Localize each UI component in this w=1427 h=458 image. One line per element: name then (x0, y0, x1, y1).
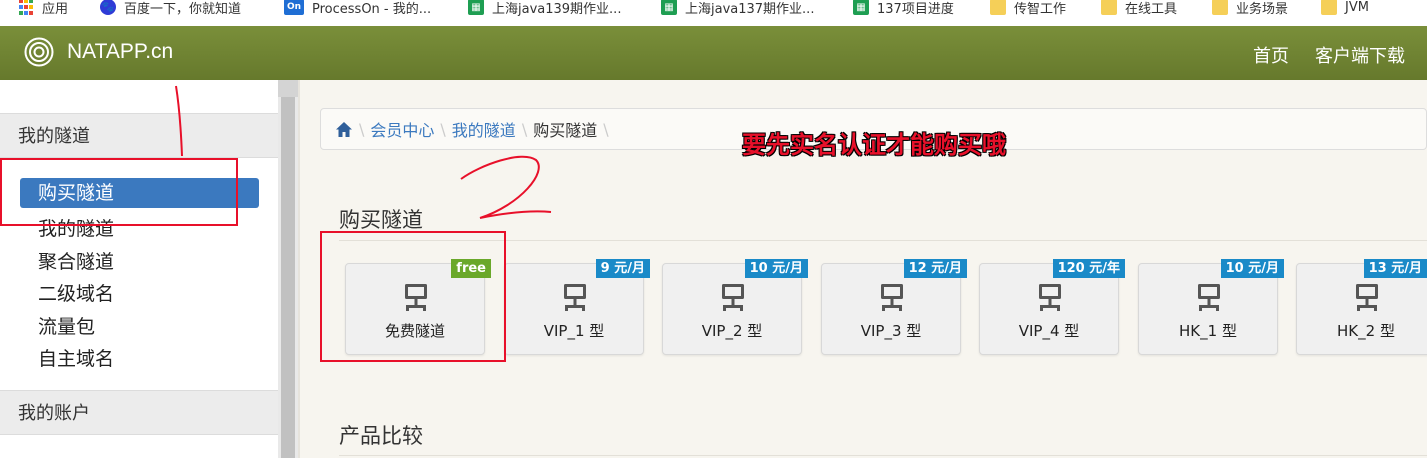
bookmark-label: ProcessOn - 我的... (312, 1, 432, 17)
sidebar-item-traffic-pack[interactable]: 流量包 (38, 312, 95, 339)
folder-icon (1321, 0, 1337, 15)
natapp-logo-icon[interactable] (24, 37, 54, 67)
price-badge: 10 元/月 (744, 259, 808, 278)
bookmark-label: 业务场景 (1236, 1, 1289, 17)
server-icon (881, 284, 903, 311)
bookmark-label: 百度一下，你就知道 (124, 1, 242, 17)
price-badge: 13 元/月 (1363, 259, 1427, 278)
bookmarks-bar: 应用 🐾 百度一下，你就知道 On ProcessOn - 我的... ▦ 上海… (0, 0, 1427, 26)
bookmark-137-progress[interactable]: ▦ 137项目进度 (853, 0, 954, 20)
server-icon (1039, 284, 1061, 311)
server-icon (1356, 284, 1378, 311)
sheet-icon: ▦ (661, 0, 677, 15)
breadcrumb-separator: \ (603, 119, 609, 139)
sidebar-item-aggregate-tunnels[interactable]: 聚合隧道 (38, 247, 114, 274)
annotation-note: 要先实名认证才能购买哦 (742, 131, 1006, 159)
nav-client-download-link[interactable]: 客户端下载 (1315, 42, 1405, 68)
top-nav: 首页 客户端下载 (1253, 42, 1405, 68)
annotation-box-sidebar (0, 158, 238, 226)
bookmark-java137[interactable]: ▦ 上海java137期作业... (661, 0, 814, 20)
bookmark-label: 传智工作 (1014, 1, 1067, 17)
bookmark-processon[interactable]: On ProcessOn - 我的... (284, 0, 431, 20)
sidebar-section-tunnels[interactable]: 我的隧道 (0, 113, 278, 158)
bookmark-folder-work[interactable]: 传智工作 (990, 0, 1066, 20)
plan-label: VIP_1 型 (543, 322, 605, 340)
bookmark-folder-tools[interactable]: 在线工具 (1101, 0, 1177, 20)
folder-icon (1212, 0, 1228, 15)
sidebar-item-custom-domain[interactable]: 自主域名 (38, 344, 114, 371)
plan-label: VIP_2 型 (701, 322, 763, 340)
breadcrumb-my-tunnels[interactable]: 我的隧道 (452, 117, 516, 141)
processon-icon: On (284, 0, 304, 15)
price-badge: 120 元/年 (1052, 259, 1125, 278)
price-badge: 9 元/月 (595, 259, 650, 278)
product-compare-title: 产品比较 (339, 424, 423, 448)
brand-name[interactable]: NATAPP.cn (67, 40, 173, 64)
bookmark-apps[interactable]: 应用 (18, 0, 68, 20)
plan-label: VIP_3 型 (860, 322, 922, 340)
site-header: NATAPP.cn 首页 客户端下载 (0, 26, 1427, 80)
breadcrumb-current: 购买隧道 (533, 121, 598, 140)
sidebar-item-subdomain[interactable]: 二级域名 (38, 279, 114, 306)
nav-home-link[interactable]: 首页 (1253, 42, 1289, 68)
annotation-box-free-plan (320, 231, 506, 362)
plan-label: HK_2 型 (1337, 322, 1395, 340)
breadcrumb-separator: \ (359, 119, 365, 139)
bookmark-label: 上海java137期作业... (685, 1, 815, 17)
content-divider (298, 80, 300, 458)
breadcrumb-separator: \ (521, 119, 528, 139)
server-icon (1198, 284, 1220, 311)
plan-label: HK_1 型 (1179, 322, 1237, 340)
bookmark-baidu[interactable]: 🐾 百度一下，你就知道 (100, 0, 241, 20)
folder-icon (990, 0, 1006, 15)
section-divider (339, 455, 1427, 456)
bookmark-label: 137项目进度 (877, 1, 954, 17)
annotation-mark-2 (460, 155, 552, 219)
breadcrumb-separator: \ (440, 119, 446, 139)
server-icon (564, 284, 586, 311)
folder-icon (1101, 0, 1117, 15)
baidu-icon: 🐾 (100, 0, 116, 15)
sheet-icon: ▦ (853, 0, 869, 15)
server-icon (722, 284, 744, 311)
bookmark-folder-business[interactable]: 业务场景 (1212, 0, 1288, 20)
bookmark-label: 上海java139期作业... (492, 1, 622, 17)
sidebar-scrollbar-thumb[interactable] (281, 97, 295, 458)
scroll-up-arrow-icon[interactable] (278, 80, 298, 97)
plan-label: VIP_4 型 (1018, 322, 1080, 340)
bookmark-folder-jvm[interactable]: JVM (1321, 0, 1369, 20)
bookmark-label: 应用 (42, 1, 69, 17)
sidebar-section-account[interactable]: 我的账户 (0, 390, 278, 435)
sheet-icon: ▦ (468, 0, 484, 15)
buy-tunnel-title: 购买隧道 (339, 208, 423, 232)
breadcrumb-member-center[interactable]: 会员中心 (370, 117, 434, 141)
bookmark-label: 在线工具 (1125, 1, 1178, 17)
bookmark-java139[interactable]: ▦ 上海java139期作业... (468, 0, 621, 20)
apps-icon (18, 0, 34, 15)
price-badge: 10 元/月 (1220, 259, 1284, 278)
price-badge: 12 元/月 (903, 259, 967, 278)
home-icon[interactable] (335, 121, 353, 138)
bookmark-label: JVM (1345, 0, 1369, 15)
